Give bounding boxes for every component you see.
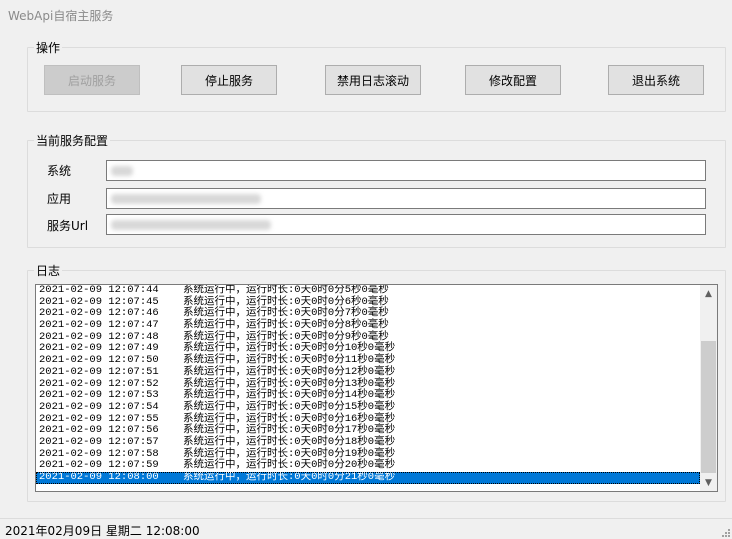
url-field[interactable] xyxy=(106,214,706,235)
log-timestamp: 2021-02-09 12:07:54 xyxy=(39,400,159,413)
vertical-scrollbar[interactable]: ▲ ▼ xyxy=(700,285,717,491)
log-timestamp: 2021-02-09 12:07:57 xyxy=(39,435,159,448)
status-bar: 2021年02月09日 星期二 12:08:00 xyxy=(0,518,732,539)
operations-group-title: 操作 xyxy=(34,39,63,56)
log-message: 系统运行中，运行时长:0天0时0分19秒0毫秒 xyxy=(183,447,396,460)
log-message: 系统运行中，运行时长:0天0时0分15秒0毫秒 xyxy=(183,400,396,413)
log-listbox[interactable]: 2021-02-09 12:07:44 系统运行中，运行时长:0天0时0分5秒0毫… xyxy=(35,284,718,492)
log-message: 系统运行中，运行时长:0天0时0分7秒0毫秒 xyxy=(183,307,389,320)
scroll-down-icon[interactable]: ▼ xyxy=(700,474,717,491)
scroll-up-icon[interactable]: ▲ xyxy=(700,285,717,302)
log-message: 系统运行中，运行时长:0天0时0分17秒0毫秒 xyxy=(183,424,396,437)
edit-config-button[interactable]: 修改配置 xyxy=(465,65,561,95)
disable-log-scroll-button[interactable]: 禁用日志滚动 xyxy=(325,65,421,95)
system-label: 系统 xyxy=(47,164,72,178)
app-field[interactable] xyxy=(106,188,706,209)
url-label: 服务Url xyxy=(47,219,89,233)
status-datetime: 2021年02月09日 星期二 12:08:00 xyxy=(5,524,200,538)
log-message: 系统运行中，运行时长:0天0时0分6秒0毫秒 xyxy=(183,295,389,308)
resize-grip-icon[interactable] xyxy=(720,527,730,537)
log-message: 系统运行中，运行时长:0天0时0分20秒0毫秒 xyxy=(183,459,396,472)
log-message: 系统运行中，运行时长:0天0时0分21秒0毫秒 xyxy=(183,471,396,483)
log-list: 2021-02-09 12:07:44 系统运行中，运行时长:0天0时0分5秒0毫… xyxy=(36,285,700,484)
log-timestamp: 2021-02-09 12:07:47 xyxy=(39,319,159,332)
log-message: 系统运行中，运行时长:0天0时0分16秒0毫秒 xyxy=(183,412,396,425)
log-message: 系统运行中，运行时长:0天0时0分5秒0毫秒 xyxy=(183,284,389,296)
stop-service-button[interactable]: 停止服务 xyxy=(181,65,277,95)
log-message: 系统运行中，运行时长:0天0时0分18秒0毫秒 xyxy=(183,435,396,448)
log-message: 系统运行中，运行时长:0天0时0分11秒0毫秒 xyxy=(183,354,396,367)
log-group-title: 日志 xyxy=(34,262,63,279)
config-group-title: 当前服务配置 xyxy=(34,132,111,149)
log-message: 系统运行中，运行时长:0天0时0分10秒0毫秒 xyxy=(183,342,396,355)
log-timestamp: 2021-02-09 12:08:00 xyxy=(39,471,159,483)
redacted-value xyxy=(111,219,271,230)
scroll-thumb[interactable] xyxy=(701,341,716,473)
redacted-value xyxy=(111,165,133,176)
exit-system-button[interactable]: 退出系统 xyxy=(608,65,704,95)
log-message: 系统运行中，运行时长:0天0时0分13秒0毫秒 xyxy=(183,377,396,390)
system-field[interactable] xyxy=(106,160,706,181)
log-message: 系统运行中，运行时长:0天0时0分9秒0毫秒 xyxy=(183,330,389,343)
log-message: 系统运行中，运行时长:0天0时0分8秒0毫秒 xyxy=(183,319,389,332)
app-label: 应用 xyxy=(47,192,72,206)
log-message: 系统运行中，运行时长:0天0时0分12秒0毫秒 xyxy=(183,365,396,378)
log-line[interactable]: 2021-02-09 12:08:00 系统运行中，运行时长:0天0时0分21秒0… xyxy=(36,471,700,484)
log-timestamp: 2021-02-09 12:07:51 xyxy=(39,365,159,378)
log-message: 系统运行中，运行时长:0天0时0分14秒0毫秒 xyxy=(183,389,396,402)
log-timestamp: 2021-02-09 12:07:44 xyxy=(39,284,159,296)
start-service-button[interactable]: 启动服务 xyxy=(44,65,140,95)
window-title: WebApi自宿主服务 xyxy=(8,9,114,23)
redacted-value xyxy=(111,193,261,204)
title-bar: WebApi自宿主服务 xyxy=(0,0,732,30)
